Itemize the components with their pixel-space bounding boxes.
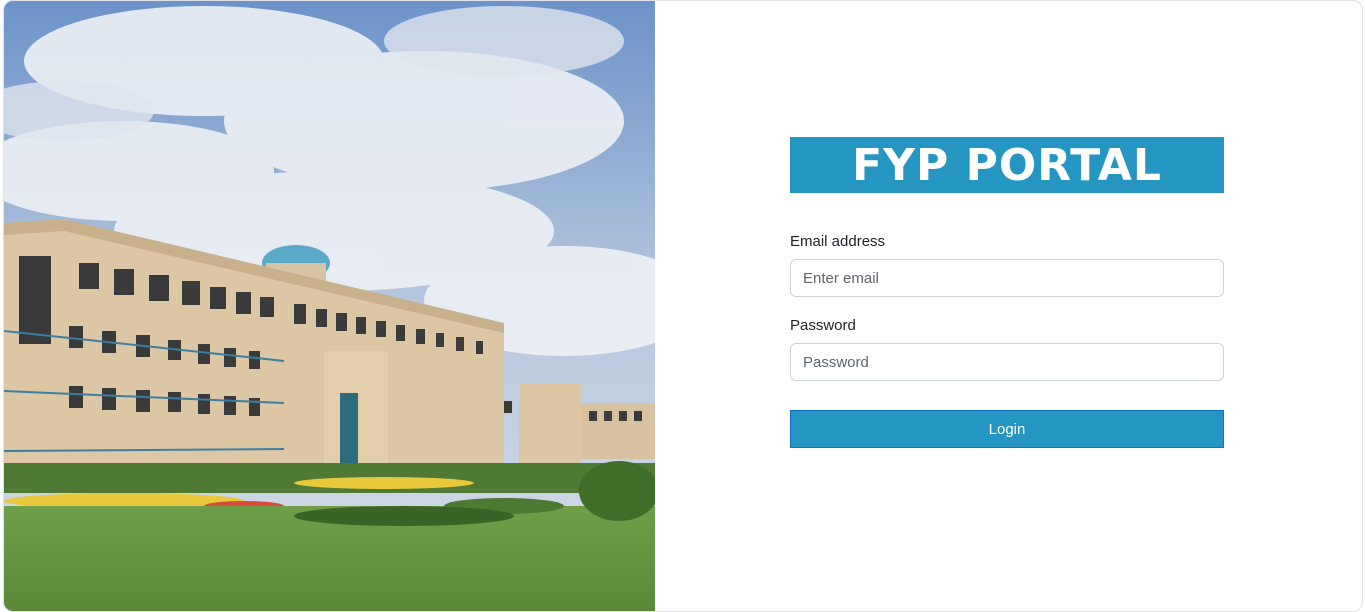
email-field[interactable] <box>790 259 1224 297</box>
email-label: Email address <box>790 233 886 250</box>
login-button[interactable]: Login <box>790 410 1224 448</box>
password-label: Password <box>790 317 856 334</box>
password-field[interactable] <box>790 343 1224 381</box>
campus-photo <box>4 1 655 611</box>
login-card: FYP PORTAL Email address Password Login <box>3 0 1363 612</box>
login-form: FYP PORTAL Email address Password Login <box>790 137 1224 448</box>
portal-title: FYP PORTAL <box>790 137 1224 193</box>
